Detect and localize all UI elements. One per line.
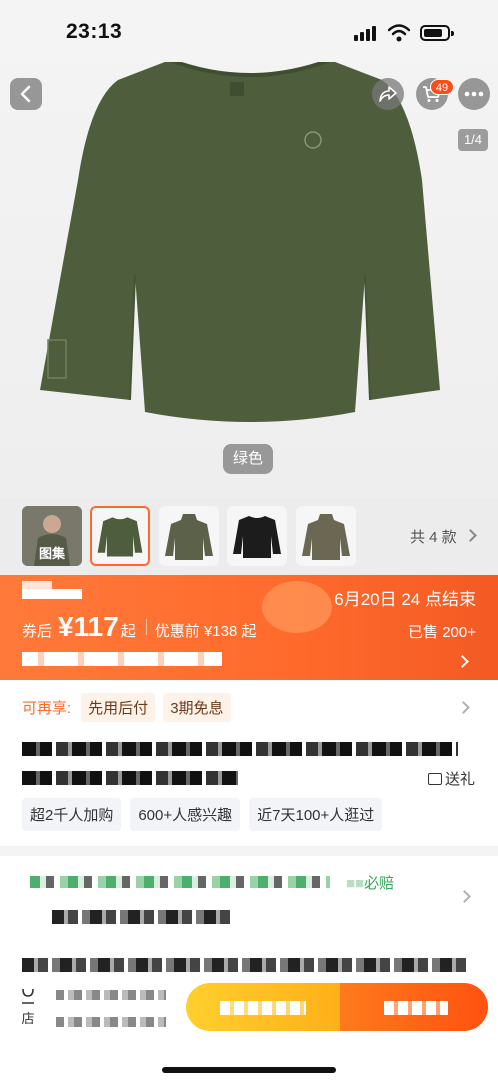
battery-icon [420,25,454,41]
social-proof-tags: 超2千人加购 600+人感兴趣 近7天100+人逛过 [22,798,391,831]
stat-tag: 近7天100+人逛过 [249,798,383,831]
image-counter: 1/4 [458,129,488,151]
coupon-label: 券后 [22,623,53,640]
home-indicator [162,1067,336,1073]
shirt-thumb-icon [97,517,143,557]
buy-now-button[interactable] [340,983,488,1031]
shipping-redacted [22,958,468,972]
variant-count-label: 共 4 款 [410,529,457,546]
gallery-label: 图集 [38,546,65,561]
olive-turtleneck-thumb-icon [302,514,350,560]
back-button[interactable] [10,78,42,110]
more-icon [464,91,484,97]
variant-count[interactable]: 共 4 款 [410,526,457,547]
chevron-right-icon [464,529,477,542]
price-suffix: 起 [120,623,136,640]
chevron-right-icon[interactable] [456,655,469,668]
benefit-row[interactable]: 可再享: 先用后付 3期免息 [0,688,498,726]
share-button[interactable] [372,78,404,110]
turtleneck-thumb-icon [165,514,213,560]
share-icon [379,86,397,102]
variant-thumbnails: 图集 共 4 款 [0,498,498,575]
wifi-icon [388,24,410,42]
sold-count: 已售 200+ [408,624,476,641]
store-label: 店 [21,1011,35,1026]
add-to-cart-button[interactable] [186,983,340,1031]
gift-button[interactable]: 送礼 [428,768,475,789]
thumb-variant-1[interactable] [90,506,150,566]
benefit-tag: 先用后付 [81,692,156,722]
thumb-variant-3[interactable] [227,506,287,566]
thumb-variant-4[interactable] [296,506,356,566]
cart-badge: 49 [430,79,454,95]
service-badge: ■■必赔 [346,872,394,893]
signal-icon [354,25,378,41]
promo-deadline: 6月20日 24 点结束 [334,590,476,609]
product-title-redacted [22,771,238,785]
redacted-icon-labels[interactable] [56,1017,166,1027]
chevron-left-icon [20,85,31,103]
original-price: 优惠前 ¥138 起 [154,623,257,640]
section-divider [0,846,498,856]
address-redacted [52,910,232,924]
coupon-price-row: 券后 ¥117 起 优惠前 ¥138 起 [22,611,257,643]
redacted-text [22,589,82,599]
product-image[interactable] [0,0,498,498]
service-row-redacted[interactable] [30,876,330,888]
chevron-right-icon[interactable] [458,890,471,903]
price-banner: 6月20日 24 点结束 券后 ¥117 起 优惠前 ¥138 起 已售 200… [0,575,498,680]
redacted-text: ■■ [346,875,365,892]
status-bar: 23:13 [0,0,498,62]
status-time: 23:13 [66,20,123,43]
benefit-label: 可再享: [22,699,72,717]
black-shirt-thumb-icon [233,516,281,558]
coupon-price: ¥117 [58,611,119,642]
redacted-button-label [220,1001,306,1015]
service-badge-label: 必赔 [364,875,395,892]
thumb-variant-2[interactable] [159,506,219,566]
store-button[interactable]: 店 [20,987,36,1027]
redacted-text [22,581,52,589]
bottom-action-bar: 店 [0,975,498,1080]
gift-icon [428,772,442,785]
stat-tag: 600+人感兴趣 [130,798,241,831]
mascot-decoration [262,581,332,633]
redacted-icon-labels[interactable] [56,990,166,1000]
thumb-gallery[interactable]: 图集 [22,506,82,566]
gift-label: 送礼 [445,771,476,788]
product-shirt-image [40,58,440,422]
store-icon [22,988,34,1004]
more-button[interactable] [458,78,490,110]
color-name-pill: 绿色 [223,444,273,474]
redacted-button-label [384,1001,448,1015]
product-title-redacted [22,742,458,756]
benefit-tag: 3期免息 [163,692,231,722]
stat-tag: 超2千人加购 [22,798,122,831]
redacted-promo-text[interactable] [22,652,222,666]
divider [145,619,147,635]
